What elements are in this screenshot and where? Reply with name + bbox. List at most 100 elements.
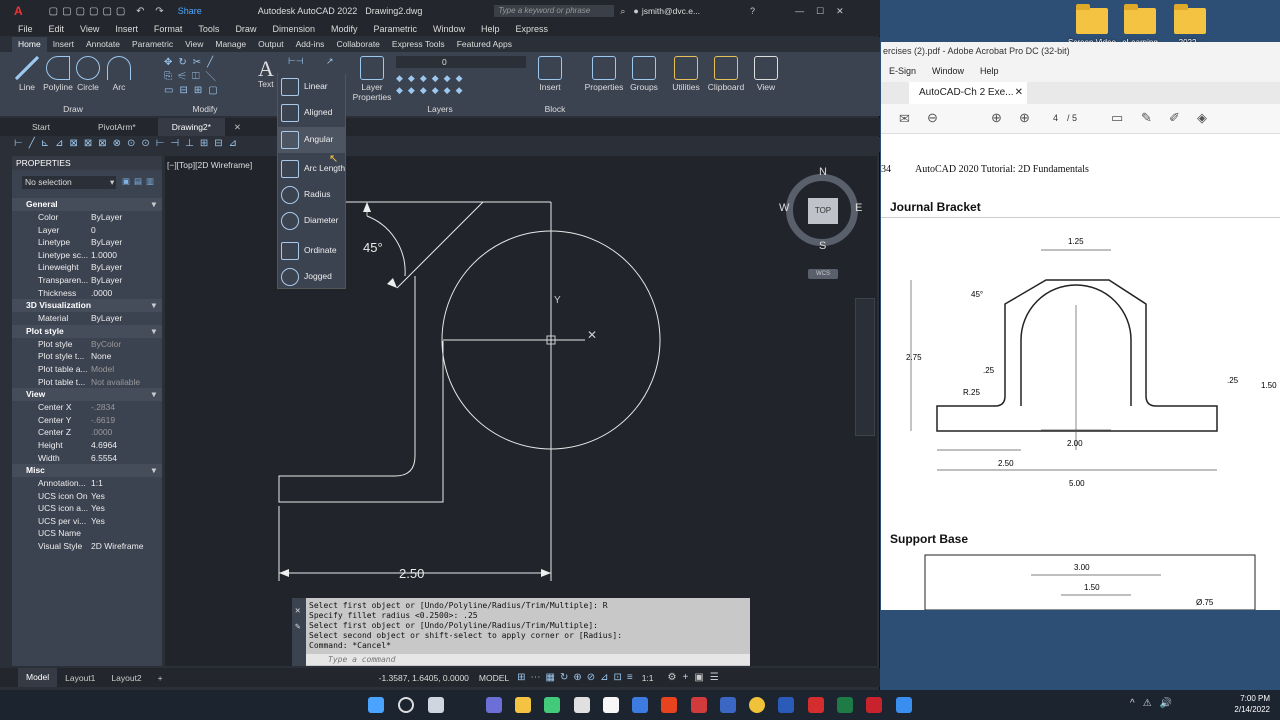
polyline-button[interactable]: Polyline xyxy=(40,54,76,102)
property-row[interactable]: Lineweight ByLayer xyxy=(12,261,162,274)
system-tray-icons[interactable]: ^⚠🔊 xyxy=(1130,698,1180,709)
close-icon[interactable]: ✕ xyxy=(836,6,844,17)
property-row[interactable]: Transparen... ByLayer xyxy=(12,274,162,287)
tab-pivotarm[interactable]: PivotArm*✕ xyxy=(84,118,164,136)
model-space-toggle[interactable]: MODEL xyxy=(479,673,509,683)
zoom-icon[interactable] xyxy=(896,697,912,713)
menu-modify[interactable]: Modify xyxy=(323,24,366,34)
comment-icon[interactable]: ▭ xyxy=(1111,110,1123,126)
minimize-icon[interactable]: — xyxy=(795,6,804,16)
drafting-aids-icons[interactable]: ⊞⋯▦↻⊕⊘⊿⊡≡ xyxy=(517,672,638,683)
dim-angular-item[interactable]: Angular xyxy=(278,127,346,153)
layer-dropdown[interactable]: 0 xyxy=(396,56,526,68)
view-button[interactable]: View xyxy=(748,54,784,102)
property-row[interactable]: Center Z .0000 xyxy=(12,426,162,439)
menu-tools[interactable]: Tools xyxy=(190,24,227,34)
block-panel-label[interactable]: Block xyxy=(530,104,580,114)
pdf-menu-help[interactable]: Help xyxy=(972,66,1007,76)
amazon-icon[interactable] xyxy=(603,697,619,713)
start-icon[interactable] xyxy=(368,697,384,713)
tab-output[interactable]: Output xyxy=(252,37,290,52)
sign-icon[interactable]: ✐ xyxy=(1169,110,1180,126)
property-row[interactable]: Color ByLayer xyxy=(12,211,162,224)
share-button[interactable]: Share xyxy=(178,6,202,16)
autocad-logo-icon[interactable]: A xyxy=(14,4,23,18)
text-tool[interactable]: A Text xyxy=(254,52,278,116)
search-input[interactable]: Type a keyword or phrase xyxy=(494,5,615,17)
menu-insert[interactable]: Insert xyxy=(107,24,146,34)
property-row[interactable]: Center X -.2834 xyxy=(12,401,162,414)
dimension-split-button[interactable]: ⊢⊣ ↗ xyxy=(278,54,347,74)
pdf-menu-esign[interactable]: E-Sign xyxy=(881,66,924,76)
tab-annotate[interactable]: Annotate xyxy=(80,37,126,52)
property-row[interactable]: Linetype ByLayer xyxy=(12,236,162,249)
file-explorer-icon[interactable] xyxy=(515,697,531,713)
tab-collaborate[interactable]: Collaborate xyxy=(330,37,385,52)
tab-express-tools[interactable]: Express Tools xyxy=(386,37,451,52)
property-row[interactable]: Height 4.6964 xyxy=(12,439,162,452)
wcs-menu[interactable]: WCS xyxy=(808,269,838,279)
user-icon[interactable]: ● xyxy=(633,6,638,16)
close-icon[interactable]: ✕ xyxy=(1015,82,1023,104)
menu-help[interactable]: Help xyxy=(473,24,508,34)
teams-icon[interactable] xyxy=(486,697,502,713)
property-row[interactable]: Layer 0 xyxy=(12,224,162,237)
tab-layout2[interactable]: Layout2 xyxy=(103,673,149,683)
clipboard-button[interactable]: Clipboard xyxy=(706,54,746,102)
tab-view[interactable]: View xyxy=(179,37,209,52)
search-icon[interactable]: ⌕ xyxy=(620,6,625,17)
circle-button[interactable]: Circle xyxy=(74,54,102,102)
page-down-icon[interactable]: ⊕ xyxy=(1019,110,1030,126)
property-row[interactable]: UCS icon a... Yes xyxy=(12,502,162,515)
draw-panel-label[interactable]: Draw xyxy=(12,104,134,114)
property-row[interactable]: Visual Style 2D Wireframe xyxy=(12,540,162,553)
clock-date[interactable]: 2/14/2022 xyxy=(1228,705,1270,714)
menu-draw[interactable]: Draw xyxy=(227,24,264,34)
word-icon[interactable] xyxy=(778,697,794,713)
menu-format[interactable]: Format xyxy=(146,24,191,34)
quick-select-icon[interactable]: ▥ xyxy=(146,176,154,187)
dim-diameter-item[interactable]: Diameter xyxy=(278,208,346,234)
property-row[interactable]: Width 6.5554 xyxy=(12,452,162,465)
mail-icon[interactable]: ✉ xyxy=(899,111,910,127)
dim-jogged-item[interactable]: Jogged xyxy=(278,264,346,290)
quick-access-icons[interactable]: ▢▢▢▢▢▢ ↶ ↷ xyxy=(49,6,168,17)
compass-south[interactable]: S xyxy=(819,240,826,252)
user-account[interactable]: jsmith@dvc.e... xyxy=(642,6,700,16)
layer-tools-icons[interactable]: ◆◆◆◆◆◆ ◆◆◆◆◆◆ xyxy=(396,72,468,96)
menu-window[interactable]: Window xyxy=(425,24,473,34)
dropbox-icon[interactable] xyxy=(632,697,648,713)
tab-model[interactable]: Model xyxy=(18,668,58,687)
app-icon[interactable] xyxy=(574,697,590,713)
search-icon[interactable] xyxy=(398,697,414,713)
tab-home[interactable]: Home xyxy=(12,37,47,52)
property-row[interactable]: Plot style ByColor xyxy=(12,338,162,351)
utilities-button[interactable]: Utilities xyxy=(666,54,706,102)
menu-parametric[interactable]: Parametric xyxy=(366,24,426,34)
menu-express[interactable]: Express xyxy=(508,24,557,34)
compass-north[interactable]: N xyxy=(819,166,827,178)
close-icon[interactable]: ✕ xyxy=(295,606,300,616)
menu-view[interactable]: View xyxy=(72,24,107,34)
toolbar-icons[interactable]: ⊢╱⊾⊿⊠⊠⊠⊗⊙⊙⊢⊣⊥⊞⊟⊿ xyxy=(14,138,243,149)
office-icon[interactable] xyxy=(661,697,677,713)
folder-icon[interactable] xyxy=(1076,4,1108,34)
pdf-menu-window[interactable]: Window xyxy=(924,66,972,76)
selection-dropdown[interactable]: No selection xyxy=(22,176,116,189)
app-icon[interactable] xyxy=(544,697,560,713)
tab-drawing2[interactable]: Drawing2* ✕ xyxy=(157,118,241,136)
excel-icon[interactable] xyxy=(837,697,853,713)
tab-manage[interactable]: Manage xyxy=(209,37,252,52)
property-section-header[interactable]: Plot style xyxy=(12,324,162,338)
property-row[interactable]: Linetype sc... 1.0000 xyxy=(12,249,162,262)
modify-panel-label[interactable]: Modify xyxy=(160,104,250,114)
property-row[interactable]: Thickness .0000 xyxy=(12,287,162,300)
property-row[interactable]: Plot style t... None xyxy=(12,350,162,363)
add-layout-icon[interactable]: + xyxy=(150,673,171,683)
pdf-doc-tab[interactable]: AutoCAD-Ch 2 Exe... ✕ xyxy=(909,82,1027,104)
property-section-header[interactable]: General xyxy=(12,198,162,211)
property-row[interactable]: Plot table a... Model xyxy=(12,363,162,376)
acrobat-icon[interactable] xyxy=(808,697,824,713)
menu-file[interactable]: File xyxy=(0,24,41,34)
compass-east[interactable]: E xyxy=(855,202,862,214)
